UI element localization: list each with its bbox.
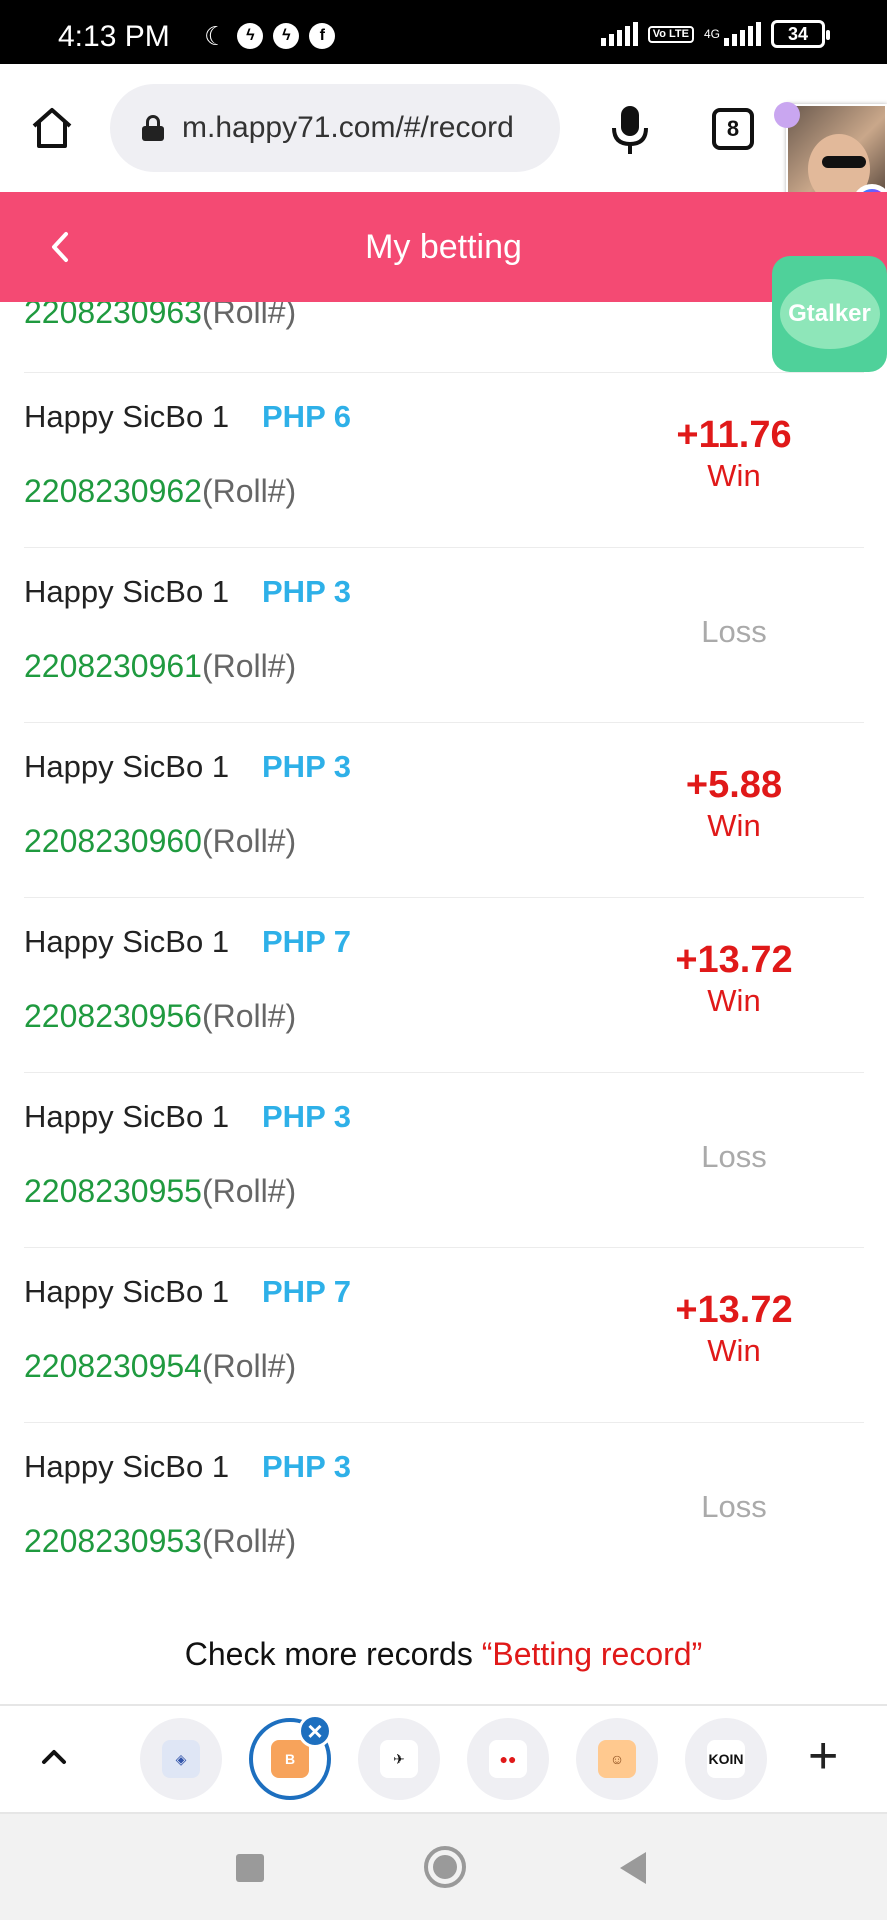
status-system-icons: Vo LTE 4G 34 [600, 20, 830, 48]
bet-amount: PHP 7 [262, 1274, 352, 1309]
game-name: Happy SicBo 1 [24, 1099, 230, 1134]
messenger-icon: ϟ [237, 23, 264, 49]
browser-tab-strip: ◈ B ✈ ●● ☺ KOIN × + [0, 1704, 887, 1814]
game-name: Happy SicBo 1 [24, 924, 230, 959]
koin-app-icon: KOIN [707, 1740, 745, 1778]
page-title: My betting [365, 228, 522, 266]
more-records-text: Check more records “Betting record” [0, 1636, 887, 1673]
more-records-prefix: Check more records [184, 1636, 482, 1672]
browser-tab-5[interactable]: ☺ [576, 1718, 658, 1800]
microphone-icon[interactable] [606, 104, 654, 156]
win-amount: +11.76 [676, 414, 792, 456]
chat-head-indicator [774, 102, 800, 128]
recents-button[interactable] [236, 1854, 264, 1882]
win-amount: +13.72 [675, 939, 793, 981]
game-name: Happy SicBo 1 [24, 749, 230, 784]
game-name: Happy SicBo 1 [24, 574, 230, 609]
result-block: Loss [644, 1463, 824, 1529]
home-button[interactable] [424, 1846, 466, 1888]
result-label: Loss [701, 1139, 767, 1174]
list-item[interactable]: Happy SicBo 1 PHP 6 2208230962(Roll#) +11.7… [24, 372, 864, 546]
roll-number: 2208230953(Roll#) [24, 1523, 297, 1559]
address-bar[interactable]: m.happy71.com/#/record [110, 84, 560, 172]
bet-amount: PHP 3 [262, 749, 352, 784]
bet-amount: PHP 3 [262, 574, 352, 609]
roll-number: 2208230961(Roll#) [24, 648, 297, 684]
shield-app-icon: ◈ [162, 1740, 200, 1778]
video-app-icon: ●● [489, 1740, 527, 1778]
win-amount: +5.88 [685, 764, 783, 806]
list-item[interactable]: Happy SicBo 1 PHP 7 2208230954(Roll#) +13.7… [24, 1247, 864, 1421]
battery-icon: 34 [771, 20, 830, 48]
happy71-app-icon: B [271, 1740, 309, 1778]
messenger-icon: ϟ [273, 23, 300, 49]
roll-number: 2208230956(Roll#) [24, 998, 297, 1034]
roll-number: 2208230960(Roll#) [24, 823, 297, 859]
roll-number: 2208230962(Roll#) [24, 473, 297, 509]
browser-toolbar: m.happy71.com/#/record 8 [0, 64, 887, 192]
battery-level: 34 [787, 23, 809, 44]
moon-icon: ☾ [204, 21, 228, 51]
list-item[interactable]: Happy SicBo 1 PHP 3 2208230960(Roll#) +5.88… [24, 722, 864, 896]
result-label: Win [707, 808, 761, 843]
bet-amount: PHP 7 [262, 924, 352, 959]
game-name: Happy SicBo 1 [24, 1274, 230, 1309]
lock-icon [142, 115, 164, 141]
result-block: +13.72 Win [644, 1288, 824, 1370]
tab-switcher-button[interactable]: 8 [712, 108, 754, 150]
home-icon[interactable] [28, 104, 76, 152]
result-label: Win [707, 983, 761, 1018]
list-item[interactable]: Happy SicBo 1 PHP 3 2208230961(Roll#) Loss [24, 547, 864, 721]
back-arrow-icon[interactable] [40, 220, 80, 274]
result-block: Loss [644, 1113, 824, 1179]
betting-record-link[interactable]: “Betting record” [482, 1636, 703, 1672]
game-name: Happy SicBo 1 [24, 1449, 230, 1484]
signal-icon [724, 22, 761, 46]
network-label: 4G [703, 27, 720, 41]
new-tab-button[interactable]: + [808, 1726, 838, 1786]
volte-badge: Vo LTE [647, 25, 694, 43]
drone-app-icon: ✈ [380, 1740, 418, 1778]
bet-amount: PHP 6 [262, 399, 352, 434]
signal-icon [600, 22, 638, 46]
result-label: Win [707, 1333, 761, 1368]
system-navigation-bar [0, 1814, 887, 1920]
bet-amount: PHP 3 [262, 1449, 352, 1484]
facebook-icon: f [309, 23, 336, 49]
list-item[interactable]: Happy SicBo 1 PHP 3 2208230955(Roll#) Loss [24, 1072, 864, 1246]
status-time: 4:13 PM [58, 20, 170, 53]
browser-tab-6[interactable]: KOIN [685, 1718, 767, 1800]
list-item[interactable]: Happy SicBo 1 PHP 3 2208230953(Roll#) Loss [24, 1422, 864, 1596]
result-block: Loss [644, 588, 824, 654]
roll-number: 2208230955(Roll#) [24, 1173, 297, 1209]
win-amount: +13.72 [675, 1289, 793, 1331]
browser-tab-1[interactable]: ◈ [140, 1718, 222, 1800]
back-button[interactable] [620, 1852, 646, 1884]
list-item[interactable]: Happy SicBo 1 PHP 7 2208230956(Roll#) +13.7… [24, 897, 864, 1071]
result-block: +5.88 Win [644, 763, 824, 845]
game-name: Happy SicBo 1 [24, 399, 230, 434]
avatar-app-icon: ☺ [598, 1740, 636, 1778]
result-label: Loss [701, 614, 767, 649]
close-tab-icon[interactable]: × [298, 1714, 332, 1748]
url-text: m.happy71.com/#/record [182, 111, 514, 144]
result-label: Win [707, 458, 761, 493]
roll-number: 2208230954(Roll#) [24, 1348, 297, 1384]
roll-number: 2208230963(Roll#) [24, 302, 297, 330]
status-bar: 4:13 PM ☾ ϟ ϟ f Vo LTE 4G 34 [0, 0, 887, 64]
browser-tab-4[interactable]: ●● [467, 1718, 549, 1800]
browser-tab-3[interactable]: ✈ [358, 1718, 440, 1800]
result-block: +11.76 Win [644, 413, 824, 495]
app-header: My betting [0, 192, 887, 302]
chevron-up-icon[interactable] [34, 1736, 74, 1776]
status-notification-icons: ☾ ϟ ϟ f [204, 21, 336, 51]
result-block: +13.72 Win [644, 938, 824, 1020]
result-label: Loss [701, 1489, 767, 1524]
list-item-partial: 2208230963(Roll#) [0, 302, 887, 372]
bet-amount: PHP 3 [262, 1099, 352, 1134]
